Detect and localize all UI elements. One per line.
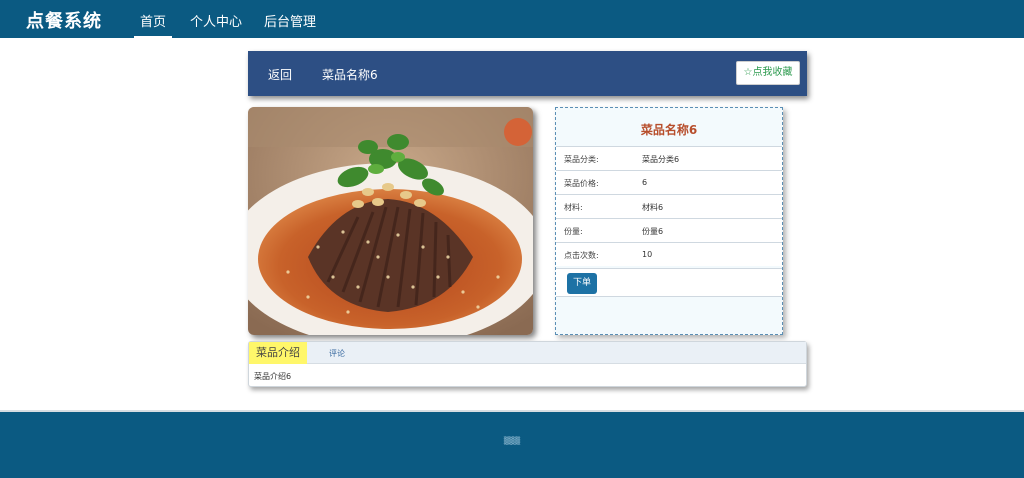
info-row-material: 材料: 材料6 (556, 194, 782, 218)
top-navbar: 点餐系统 首页 个人中心 后台管理 (0, 0, 1024, 38)
tab-bar: 菜品介绍 评论 (249, 342, 806, 364)
info-value: 份量6 (642, 227, 664, 236)
info-value: 10 (642, 250, 653, 259)
dish-photo-graphic (248, 107, 533, 335)
info-value: 材料6 (642, 203, 664, 212)
info-row-clicks: 点击次数: 10 (556, 242, 782, 266)
back-link[interactable]: 返回 (268, 66, 292, 83)
tab-dish-intro[interactable]: 菜品介绍 (249, 342, 307, 364)
info-row-portion: 份量: 份量6 (556, 218, 782, 242)
nav-home[interactable]: 首页 (133, 11, 173, 38)
footer-text: ▒▒▒ (503, 437, 521, 445)
dish-name: 菜品名称6 (640, 123, 698, 137)
dish-info-panel: 菜品名称6 菜品分类: 菜品分类6 菜品价格: 6 材料: 材料6 份量: 份量… (555, 107, 783, 335)
nav-admin[interactable]: 后台管理 (264, 11, 316, 30)
favorite-button[interactable]: ☆点我收藏 (736, 61, 800, 85)
nav-personal-center[interactable]: 个人中心 (190, 11, 242, 30)
info-row-category: 菜品分类: 菜品分类6 (556, 146, 782, 170)
brand-logo-text[interactable]: 点餐系统 (26, 7, 102, 33)
info-key: 菜品价格: (564, 179, 599, 188)
order-button[interactable]: 下单 (567, 273, 597, 294)
info-key: 菜品分类: (564, 155, 599, 164)
dish-photo (248, 107, 533, 335)
info-key: 份量: (564, 227, 583, 236)
footer: ▒▒▒ (0, 410, 1024, 478)
info-value: 6 (642, 178, 648, 187)
dish-intro-text: 菜品介绍6 (254, 372, 292, 381)
info-key: 点击次数: (564, 251, 599, 260)
info-value: 菜品分类6 (642, 155, 680, 164)
detail-tabs: 菜品介绍 评论 菜品介绍6 (248, 341, 807, 387)
info-row-price: 菜品价格: 6 (556, 170, 782, 194)
order-row: 下单 (556, 268, 782, 297)
detail-title-bar: 返回 菜品名称6 ☆点我收藏 (248, 51, 807, 96)
info-key: 材料: (564, 203, 583, 212)
tab-comments[interactable]: 评论 (329, 348, 345, 359)
dish-title: 菜品名称6 (322, 68, 378, 82)
